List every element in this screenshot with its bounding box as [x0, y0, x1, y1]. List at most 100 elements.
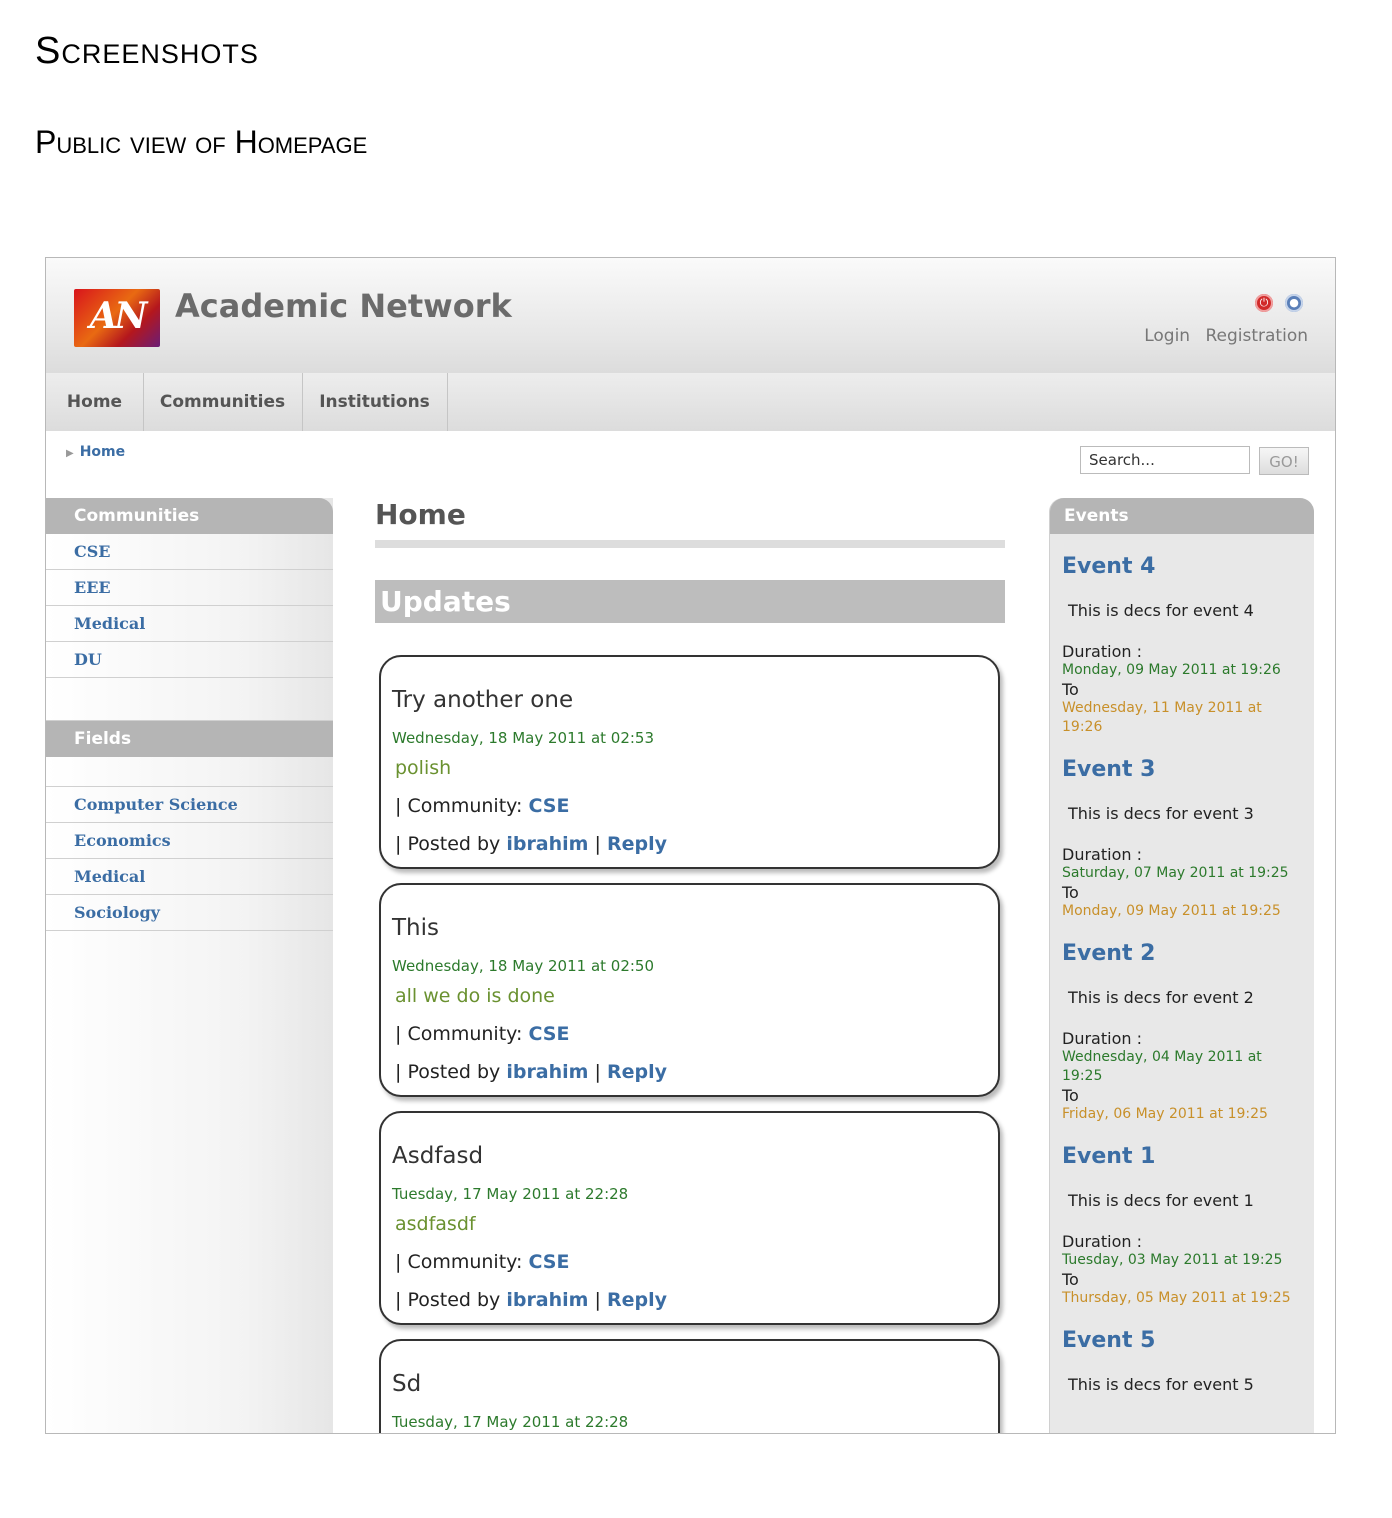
homepage-screenshot: AN Academic Network ⏻ ● Login Registrati… [45, 257, 1336, 1434]
event-end: Wednesday, 11 May 2011 at 19:26 [1062, 700, 1262, 735]
post-body: asdfasdf [395, 1213, 476, 1235]
updates-heading: Updates [375, 580, 1005, 623]
event-end: Friday, 06 May 2011 at 19:25 [1062, 1106, 1268, 1122]
event-item: Event 4 This is decs for event 4 Duratio… [1050, 534, 1314, 737]
post-date: Wednesday, 18 May 2011 at 02:50 [392, 957, 655, 975]
post-community: | Community: CSE [395, 1023, 569, 1045]
event-description: This is decs for event 5 [1068, 1375, 1254, 1394]
reply-link[interactable]: Reply [607, 833, 667, 855]
site-title: Academic Network [175, 287, 512, 325]
nav-communities[interactable]: Communities [143, 373, 303, 431]
post-author-line: | Posted by ibrahim | Reply [395, 833, 667, 855]
community-label: | Community: [395, 1251, 529, 1273]
event-description: This is decs for event 3 [1068, 804, 1254, 823]
sidebar-item-cse[interactable]: CSE [46, 534, 333, 570]
event-item: Event 1 This is decs for event 1 Duratio… [1050, 1124, 1314, 1308]
fields-heading: Fields [46, 721, 333, 757]
sidebar-spacer [46, 757, 333, 787]
sidebar-spacer [46, 678, 333, 721]
sidebar-item-eee[interactable]: EEE [46, 570, 333, 606]
event-item: Event 3 This is decs for event 3 Duratio… [1050, 737, 1314, 921]
post-community: | Community: CSE [395, 795, 569, 817]
event-to-label: To [1062, 883, 1079, 902]
event-title[interactable]: Event 4 [1062, 534, 1314, 579]
community-label: | Community: [395, 1023, 529, 1045]
site-logo[interactable]: AN [74, 289, 160, 347]
update-card: Asdfasd Tuesday, 17 May 2011 at 22:28 as… [379, 1111, 1000, 1325]
update-card: Try another one Wednesday, 18 May 2011 a… [379, 655, 1000, 869]
event-title[interactable]: Event 3 [1062, 737, 1314, 782]
post-date: Tuesday, 17 May 2011 at 22:28 [392, 1185, 629, 1203]
left-sidebar: Communities CSE EEE Medical DU Fields Co… [46, 498, 333, 1433]
event-duration-label: Duration : [1062, 642, 1142, 661]
event-description: This is decs for event 1 [1068, 1191, 1254, 1210]
breadcrumb: ▶ Home [66, 444, 125, 460]
event-duration-label: Duration : [1062, 845, 1142, 864]
post-title: Try another one [392, 687, 574, 713]
sidebar-item-economics[interactable]: Economics [46, 823, 333, 859]
post-title: Asdfasd [392, 1143, 484, 1169]
event-item: Event 5 This is decs for event 5 [1050, 1308, 1314, 1394]
separator: | [588, 1289, 607, 1311]
post-author-line: | Posted by ibrahim | Reply [395, 1289, 667, 1311]
header-links: Login Registration [1134, 326, 1308, 346]
event-title[interactable]: Event 2 [1062, 921, 1314, 966]
communities-heading: Communities [46, 498, 333, 534]
search-input[interactable] [1080, 446, 1250, 474]
community-link[interactable]: CSE [528, 1023, 569, 1045]
post-body: polish [395, 757, 452, 779]
search-button[interactable]: GO! [1259, 447, 1309, 475]
event-to-label: To [1062, 1086, 1079, 1105]
document-heading: Screenshots [35, 30, 259, 72]
post-body: all we do is done [395, 985, 555, 1007]
posted-by-label: | Posted by [395, 1061, 507, 1083]
sidebar-item-field-medical[interactable]: Medical [46, 859, 333, 895]
event-to-label: To [1062, 1270, 1079, 1289]
registration-icon[interactable]: ● [1285, 294, 1303, 312]
author-link[interactable]: ibrahim [506, 1289, 588, 1311]
sidebar-item-computer-science[interactable]: Computer Science [46, 787, 333, 823]
post-community: | Community: CSE [395, 1251, 569, 1273]
login-link[interactable]: Login [1144, 326, 1190, 346]
event-start: Tuesday, 03 May 2011 at 19:25 [1062, 1252, 1283, 1268]
event-title[interactable]: Event 1 [1062, 1124, 1314, 1169]
nav-institutions[interactable]: Institutions [302, 373, 448, 431]
sidebar-item-medical[interactable]: Medical [46, 606, 333, 642]
author-link[interactable]: ibrahim [506, 1061, 588, 1083]
event-start: Monday, 09 May 2011 at 19:26 [1062, 662, 1281, 678]
breadcrumb-arrow-icon: ▶ [66, 448, 74, 459]
posted-by-label: | Posted by [395, 833, 507, 855]
event-end: Monday, 09 May 2011 at 19:25 [1062, 903, 1281, 919]
page-title: Home [375, 498, 466, 531]
event-description: This is decs for event 2 [1068, 988, 1254, 1007]
event-item: Event 2 This is decs for event 2 Duratio… [1050, 921, 1314, 1124]
post-author-line: | Posted by ibrahim | Reply [395, 1061, 667, 1083]
author-link[interactable]: ibrahim [506, 833, 588, 855]
update-card: Sd Tuesday, 17 May 2011 at 22:28 [379, 1339, 1000, 1433]
nav-home[interactable]: Home [46, 373, 144, 431]
site-header: AN Academic Network ⏻ ● Login Registrati… [46, 258, 1335, 373]
community-label: | Community: [395, 795, 529, 817]
post-title: This [392, 915, 439, 941]
events-heading: Events [1050, 498, 1314, 534]
breadcrumb-home[interactable]: Home [80, 444, 125, 460]
sidebar-item-du[interactable]: DU [46, 642, 333, 678]
login-icon[interactable]: ⏻ [1255, 294, 1273, 312]
event-description: This is decs for event 4 [1068, 601, 1254, 620]
main-content: Home Updates Try another one Wednesday, … [375, 498, 1005, 1433]
event-start: Saturday, 07 May 2011 at 19:25 [1062, 865, 1289, 881]
separator: | [588, 833, 607, 855]
registration-link[interactable]: Registration [1205, 326, 1308, 346]
reply-link[interactable]: Reply [607, 1061, 667, 1083]
community-link[interactable]: CSE [528, 1251, 569, 1273]
event-to-label: To [1062, 680, 1079, 699]
event-title[interactable]: Event 5 [1062, 1308, 1314, 1353]
sidebar-item-sociology[interactable]: Sociology [46, 895, 333, 931]
post-date: Wednesday, 18 May 2011 at 02:53 [392, 729, 655, 747]
document-subheading: Public view of Homepage [35, 124, 368, 160]
community-link[interactable]: CSE [528, 795, 569, 817]
reply-link[interactable]: Reply [607, 1289, 667, 1311]
title-divider [375, 540, 1005, 548]
main-nav: Home Communities Institutions [46, 373, 1335, 431]
event-duration-label: Duration : [1062, 1029, 1142, 1048]
